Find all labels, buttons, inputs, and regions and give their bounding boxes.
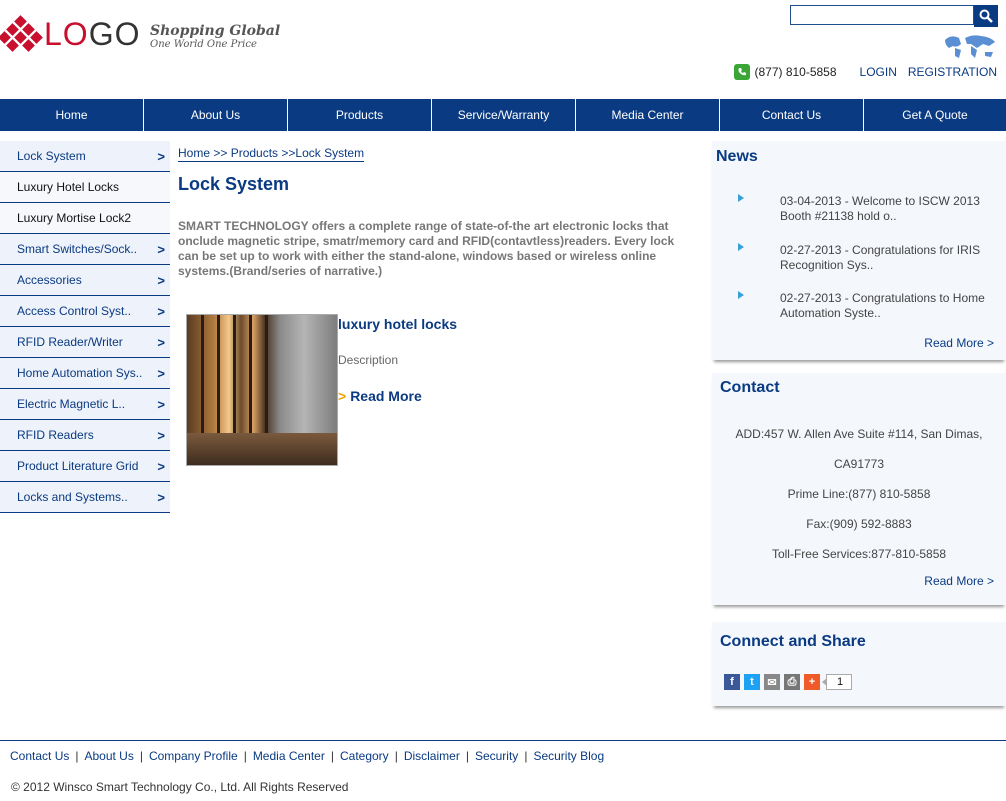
chevron-right-icon: > <box>157 428 165 443</box>
chevron-right-icon: > <box>157 335 165 350</box>
print-icon[interactable]: ⎙ <box>784 674 800 690</box>
product-card: luxury hotel locks Description > Read Mor… <box>186 314 686 474</box>
nav-contact-us[interactable]: Contact Us <box>720 99 864 131</box>
facebook-icon[interactable]: f <box>724 674 740 690</box>
sidebar-item-access-control[interactable]: Access Control Syst.. > <box>0 296 170 327</box>
phone-number: (877) 810-5858 <box>754 65 837 79</box>
bullet-icon <box>738 291 744 299</box>
chevron-right-icon: > <box>157 242 165 257</box>
more-share-icon[interactable]: + <box>804 674 820 690</box>
chevron-right-icon: > <box>157 273 165 288</box>
chevron-right-icon: > <box>157 397 165 412</box>
sidebar-item-locks-and-systems[interactable]: Locks and Systems.. > <box>0 482 170 513</box>
sidebar-item-accessories[interactable]: Accessories > <box>0 265 170 296</box>
news-read-more-link[interactable]: Read More > <box>924 336 994 350</box>
contact-title: Contact <box>720 379 780 396</box>
footer-link-about-us[interactable]: About Us <box>84 749 133 763</box>
share-bar: f t ✉ ⎙ + 1 <box>724 674 853 690</box>
footer-link-security-blog[interactable]: Security Blog <box>533 749 604 763</box>
breadcrumb[interactable]: Home >> Products >>Lock System <box>178 146 365 162</box>
contact-address-line-1: ADD:457 W. Allen Ave Suite #114, San Dim… <box>735 427 983 441</box>
contact-read-more-link[interactable]: Read More > <box>924 574 994 588</box>
bullet-icon <box>738 194 744 202</box>
footer-link-contact-us[interactable]: Contact Us <box>10 749 69 763</box>
sidebar-item-electric-magnetic[interactable]: Electric Magnetic L.. > <box>0 389 170 420</box>
footer-link-security[interactable]: Security <box>475 749 518 763</box>
contact-prime-line: Prime Line:(877) 810-5858 <box>787 487 931 501</box>
intro-text: SMART TECHNOLOGY offers a complete range… <box>178 219 675 278</box>
arrow-right-icon: > <box>338 388 347 404</box>
footer-link-company-profile[interactable]: Company Profile <box>149 749 238 763</box>
contact-toll-free: Toll-Free Services:877-810-5858 <box>771 547 947 561</box>
news-item[interactable]: 03-04-2013 - Welcome to ISCW 2013 Booth … <box>738 194 998 224</box>
sidebar-item-luxury-hotel-locks[interactable]: Luxury Hotel Locks <box>0 172 170 203</box>
logo-text: LOGO <box>44 16 141 52</box>
news-panel: News 03-04-2013 - Welcome to ISCW 2013 B… <box>712 141 1006 360</box>
login-link[interactable]: LOGIN <box>860 65 897 79</box>
header: LOGO Shopping Global One World One Price… <box>0 0 1006 99</box>
product-image[interactable] <box>186 314 338 466</box>
product-description: Description <box>338 353 399 367</box>
main-content: Home >> Products >>Lock System Lock Syst… <box>178 144 698 466</box>
footer-link-media-center[interactable]: Media Center <box>253 749 325 763</box>
search-button[interactable] <box>974 5 998 27</box>
news-item[interactable]: 02-27-2013 - Congratulations for IRIS Re… <box>738 243 998 273</box>
sidebar-item-smart-switches[interactable]: Smart Switches/Sock.. > <box>0 234 170 265</box>
sidebar-item-rfid-readers[interactable]: RFID Readers > <box>0 420 170 451</box>
tagline-main: Shopping Global <box>150 23 281 39</box>
nav-media-center[interactable]: Media Center <box>576 99 720 131</box>
main-nav: Home About Us Products Service/Warranty … <box>0 99 1006 131</box>
chevron-right-icon: > <box>157 304 165 319</box>
chevron-right-icon: > <box>157 149 165 164</box>
nav-get-a-quote[interactable]: Get A Quote <box>864 99 1006 131</box>
logo-diamond-icon <box>0 15 43 52</box>
nav-products[interactable]: Products <box>288 99 432 131</box>
sidebar-item-home-automation[interactable]: Home Automation Sys.. > <box>0 358 170 389</box>
copyright-text: © 2012 Winsco Smart Technology Co., Ltd.… <box>11 780 349 794</box>
contact-fax: Fax:(909) 592-8883 <box>806 517 912 531</box>
chevron-right-icon: > <box>157 366 165 381</box>
sidebar-item-rfid-reader-writer[interactable]: RFID Reader/Writer > <box>0 327 170 358</box>
tagline-sub: One World One Price <box>150 39 257 50</box>
chevron-right-icon: > <box>157 459 165 474</box>
news-title: News <box>716 148 758 165</box>
phone-icon <box>734 64 751 80</box>
contact-address-line-2: CA91773 <box>833 457 885 471</box>
share-count: 1 <box>821 674 853 690</box>
world-map-icon <box>945 35 995 58</box>
sidebar-item-luxury-mortise-lock2[interactable]: Luxury Mortise Lock2 <box>0 203 170 234</box>
top-links: (877) 810-5858 LOGIN REGISTRATION <box>734 64 997 80</box>
footer-link-category[interactable]: Category <box>340 749 389 763</box>
email-icon[interactable]: ✉ <box>764 674 780 690</box>
logo[interactable]: LOGO <box>0 15 141 52</box>
nav-about-us[interactable]: About Us <box>144 99 288 131</box>
search-icon <box>979 9 993 23</box>
tagline: Shopping Global One World One Price <box>150 23 280 51</box>
contact-panel: Contact ADD:457 W. Allen Ave Suite #114,… <box>712 373 1006 605</box>
search-box <box>790 5 998 27</box>
footer-link-disclaimer[interactable]: Disclaimer <box>404 749 460 763</box>
connect-title: Connect and Share <box>720 633 866 650</box>
twitter-icon[interactable]: t <box>744 674 760 690</box>
bullet-icon <box>738 243 744 251</box>
sidebar-item-lock-system[interactable]: Lock System > <box>0 141 170 172</box>
nav-home[interactable]: Home <box>0 99 144 131</box>
chevron-right-icon: > <box>157 490 165 505</box>
news-item[interactable]: 02-27-2013 - Congratulations to Home Aut… <box>738 291 998 321</box>
search-input[interactable] <box>790 5 974 25</box>
category-sidebar: Lock System > Luxury Hotel Locks Luxury M… <box>0 141 170 513</box>
connect-panel: Connect and Share f t ✉ ⎙ + 1 <box>712 622 1006 706</box>
page-title: Lock System <box>178 174 290 194</box>
footer-divider <box>0 740 1006 741</box>
nav-service-warranty[interactable]: Service/Warranty <box>432 99 576 131</box>
sidebar-item-product-literature[interactable]: Product Literature Grid > <box>0 451 170 482</box>
product-read-more-link[interactable]: > Read More <box>338 388 422 404</box>
product-name-link[interactable]: luxury hotel locks <box>338 316 457 332</box>
registration-link[interactable]: REGISTRATION <box>908 65 997 79</box>
footer-links: Contact Us | About Us | Company Profile … <box>10 749 605 763</box>
